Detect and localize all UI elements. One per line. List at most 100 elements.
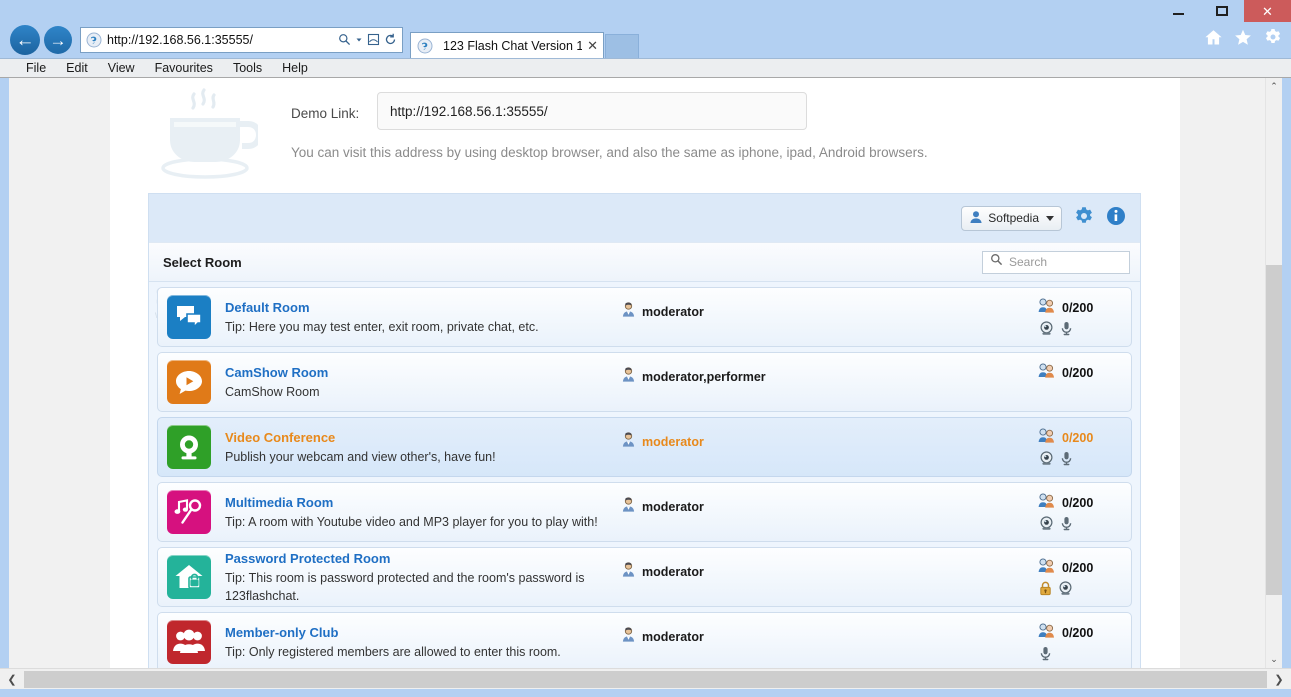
room-moderators: moderator [622, 627, 704, 647]
room-list-item[interactable]: CamShow Room CamShow Room moderator,perfor… [157, 352, 1132, 412]
occupancy-icon [1038, 493, 1055, 513]
refresh-icon[interactable] [384, 33, 397, 48]
search-icon[interactable] [338, 33, 351, 48]
room-moderators: moderator,performer [622, 367, 766, 387]
vertical-scroll-thumb[interactable] [1265, 265, 1282, 595]
microphone-icon [1060, 516, 1073, 536]
compatibility-view-icon[interactable] [367, 33, 380, 48]
navigation-bar: ← → http://192.168.56.1:35555/ 123 Flash… [0, 22, 1291, 58]
occupancy-count: 0/200 [1062, 301, 1094, 315]
forward-button[interactable]: → [44, 26, 72, 54]
page-viewport: Demo Link: http://192.168.56.1:35555/ Yo… [0, 78, 1291, 668]
room-description: Publish your webcam and view other's, ha… [225, 449, 496, 464]
room-stats: 0/200 [1038, 298, 1118, 341]
horizontal-scroll-track[interactable] [24, 669, 1267, 690]
vertical-scroll-track[interactable] [1265, 95, 1282, 651]
room-info: Default Room Tip: Here you may test enter… [225, 299, 625, 336]
room-info: Video Conference Publish your webcam and … [225, 429, 625, 466]
room-list-item[interactable]: Password Protected Room Tip: This room is… [157, 547, 1132, 607]
room-name[interactable]: CamShow Room [225, 364, 625, 381]
room-info: CamShow Room CamShow Room [225, 364, 625, 401]
horizontal-scrollbar[interactable]: ❮ ❯ [0, 668, 1291, 689]
panel-settings-gear-icon[interactable] [1074, 206, 1094, 231]
title-bar: ✕ [0, 0, 1291, 22]
scroll-left-button[interactable]: ❮ [0, 669, 24, 690]
room-stats: 0/200 [1038, 558, 1118, 601]
room-moderators: moderator [622, 562, 704, 582]
room-name[interactable]: Member-only Club [225, 624, 625, 641]
webcam-icon [1039, 321, 1054, 341]
tab-title: 123 Flash Chat Version 10.0 ... [443, 38, 583, 53]
user-avatar-icon [969, 210, 983, 227]
room-occupancy: 0/200 [1038, 298, 1118, 318]
new-tab-button[interactable] [605, 34, 639, 58]
webcam-icon [167, 425, 211, 469]
back-button[interactable]: ← [10, 25, 40, 55]
room-name[interactable]: Password Protected Room [225, 550, 625, 567]
horizontal-scroll-thumb[interactable] [24, 670, 1267, 688]
moderator-icon [622, 432, 635, 452]
moderator-icon [622, 367, 635, 387]
demo-link-section: Demo Link: http://192.168.56.1:35555/ Yo… [148, 86, 1158, 186]
room-features [1039, 451, 1118, 471]
room-list: SOFTPEDIA www.softpedia.com Default Room… [149, 282, 1140, 668]
search-icon [990, 253, 1003, 271]
room-list-item[interactable]: Member-only Club Tip: Only registered mem… [157, 612, 1132, 668]
menu-item-tools[interactable]: Tools [223, 59, 272, 77]
room-description: Tip: This room is password protected and… [225, 570, 585, 603]
room-features [1039, 321, 1118, 341]
microphone-icon [1060, 321, 1073, 341]
room-name[interactable]: Video Conference [225, 429, 625, 446]
maximize-button[interactable] [1200, 0, 1244, 22]
minimize-button[interactable] [1156, 0, 1200, 22]
microphone-icon [1060, 451, 1073, 471]
room-info: Password Protected Room Tip: This room is… [225, 550, 625, 605]
demo-link-input[interactable]: http://192.168.56.1:35555/ [377, 92, 807, 130]
microphone-icon [1039, 646, 1052, 666]
scroll-up-button[interactable]: ⌃ [1266, 78, 1283, 95]
scroll-right-button[interactable]: ❯ [1267, 669, 1291, 690]
vertical-scrollbar[interactable]: ⌃ ⌄ [1265, 78, 1282, 668]
home-icon[interactable] [1205, 29, 1222, 46]
page-body: Demo Link: http://192.168.56.1:35555/ Yo… [9, 78, 1282, 668]
room-stats: 0/200 [1038, 428, 1118, 471]
room-stats: 0/200 [1038, 493, 1118, 536]
occupancy-count: 0/200 [1062, 626, 1094, 640]
window-bottom-edge [0, 689, 1291, 697]
play-bubble-icon [167, 360, 211, 404]
room-list-item[interactable]: Multimedia Room Tip: A room with Youtube … [157, 482, 1132, 542]
close-button[interactable]: ✕ [1244, 0, 1291, 22]
chevron-down-icon[interactable] [355, 33, 363, 48]
search-input[interactable]: Search [982, 250, 1130, 274]
browser-tab[interactable]: 123 Flash Chat Version 10.0 ... ✕ [410, 32, 604, 58]
scroll-down-button[interactable]: ⌄ [1266, 651, 1283, 668]
menu-item-favourites[interactable]: Favourites [145, 59, 223, 77]
menu-item-file[interactable]: File [16, 59, 56, 77]
room-list-item[interactable]: Default Room Tip: Here you may test enter… [157, 287, 1132, 347]
favorites-star-icon[interactable] [1234, 29, 1252, 46]
room-occupancy: 0/200 [1038, 493, 1118, 513]
site-favicon-icon [86, 32, 102, 48]
address-input[interactable]: http://192.168.56.1:35555/ [107, 33, 338, 47]
menu-item-edit[interactable]: Edit [56, 59, 98, 77]
page-title: Select Room [163, 254, 242, 270]
room-name[interactable]: Default Room [225, 299, 625, 316]
music-mic-icon [167, 490, 211, 534]
coffee-cup-logo [148, 88, 263, 184]
room-name[interactable]: Multimedia Room [225, 494, 625, 511]
address-bar[interactable]: http://192.168.56.1:35555/ [80, 27, 403, 53]
panel-info-icon[interactable] [1106, 206, 1126, 231]
user-menu-button[interactable]: Softpedia [961, 205, 1062, 231]
settings-gear-icon[interactable] [1264, 28, 1282, 46]
menu-item-help[interactable]: Help [272, 59, 318, 77]
room-description: CamShow Room [225, 384, 320, 399]
occupancy-count: 0/200 [1062, 431, 1094, 445]
close-icon[interactable]: ✕ [587, 38, 598, 54]
menu-item-view[interactable]: View [98, 59, 145, 77]
demo-link-label: Demo Link: [291, 106, 360, 121]
occupancy-count: 0/200 [1062, 366, 1094, 380]
occupancy-count: 0/200 [1062, 496, 1094, 510]
room-list-item[interactable]: Video Conference Publish your webcam and … [157, 417, 1132, 477]
room-info: Member-only Club Tip: Only registered mem… [225, 624, 625, 661]
occupancy-icon [1038, 428, 1055, 448]
